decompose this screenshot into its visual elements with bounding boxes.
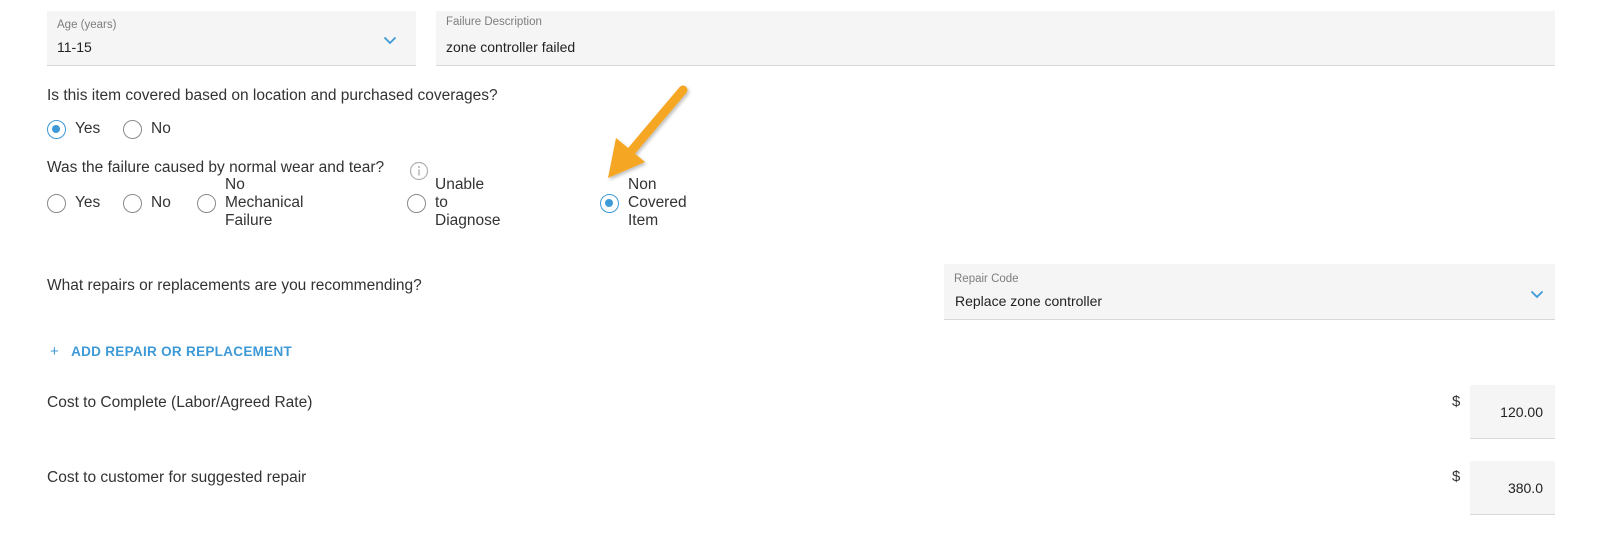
wear-option-unable-to-diagnose[interactable]: Unable to Diagnose (407, 176, 501, 229)
cost-complete-label: Cost to Complete (Labor/Agreed Rate) (47, 394, 313, 411)
repair-code-label: Repair Code (954, 273, 1019, 285)
chevron-down-icon[interactable] (1529, 286, 1545, 302)
cost-complete-input[interactable]: 120.00 (1470, 385, 1555, 439)
repair-code-select[interactable]: Repair Code Replace zone controller (944, 264, 1555, 320)
coverage-option-label: Yes (75, 120, 101, 137)
failure-description-value: zone controller failed (446, 39, 576, 55)
cost-complete-currency: $ (1452, 393, 1461, 410)
age-label: Age (years) (57, 19, 117, 31)
cost-customer-currency: $ (1452, 468, 1461, 485)
info-icon[interactable] (409, 161, 429, 181)
add-repair-label: ADD REPAIR OR REPLACEMENT (71, 344, 293, 359)
plus-icon: + (50, 343, 60, 360)
age-value: 11-15 (57, 39, 92, 55)
radio-button[interactable] (47, 193, 66, 213)
wear-question: Was the failure caused by normal wear an… (47, 159, 385, 176)
annotation-arrow-icon (608, 85, 688, 178)
failure-description-label: Failure Description (446, 16, 542, 28)
coverage-option-no[interactable]: No (123, 117, 171, 141)
cost-customer-label: Cost to customer for suggested repair (47, 469, 307, 486)
coverage-option-label: No (151, 120, 171, 137)
failure-description-field[interactable]: Failure Description zone controller fail… (436, 11, 1555, 66)
repair-code-value: Replace zone controller (955, 293, 1103, 309)
wear-option-no-mechanical-failure[interactable]: No Mechanical Failure (197, 176, 303, 229)
add-repair-button[interactable]: + ADD REPAIR OR REPLACEMENT (50, 343, 292, 360)
radio-button[interactable] (407, 193, 426, 213)
wear-option-label: No Mechanical Failure (225, 176, 304, 229)
radio-button[interactable] (47, 119, 66, 139)
coverage-question: Is this item covered based on location a… (47, 87, 498, 104)
radio-button[interactable] (197, 193, 216, 213)
wear-option-no[interactable]: No (123, 191, 171, 215)
wear-option-label: No (151, 194, 171, 211)
cost-customer-input[interactable]: 380.0 (1470, 461, 1555, 515)
chevron-down-icon[interactable] (382, 32, 398, 48)
wear-option-label: Yes (75, 194, 101, 211)
radio-button[interactable] (123, 193, 142, 213)
age-select[interactable]: Age (years) 11-15 (47, 11, 416, 66)
wear-option-yes[interactable]: Yes (47, 191, 100, 215)
coverage-option-yes[interactable]: Yes (47, 117, 100, 141)
radio-button[interactable] (123, 119, 142, 139)
wear-option-label: Unable to Diagnose (435, 176, 501, 229)
repairs-question: What repairs or replacements are you rec… (47, 277, 422, 294)
